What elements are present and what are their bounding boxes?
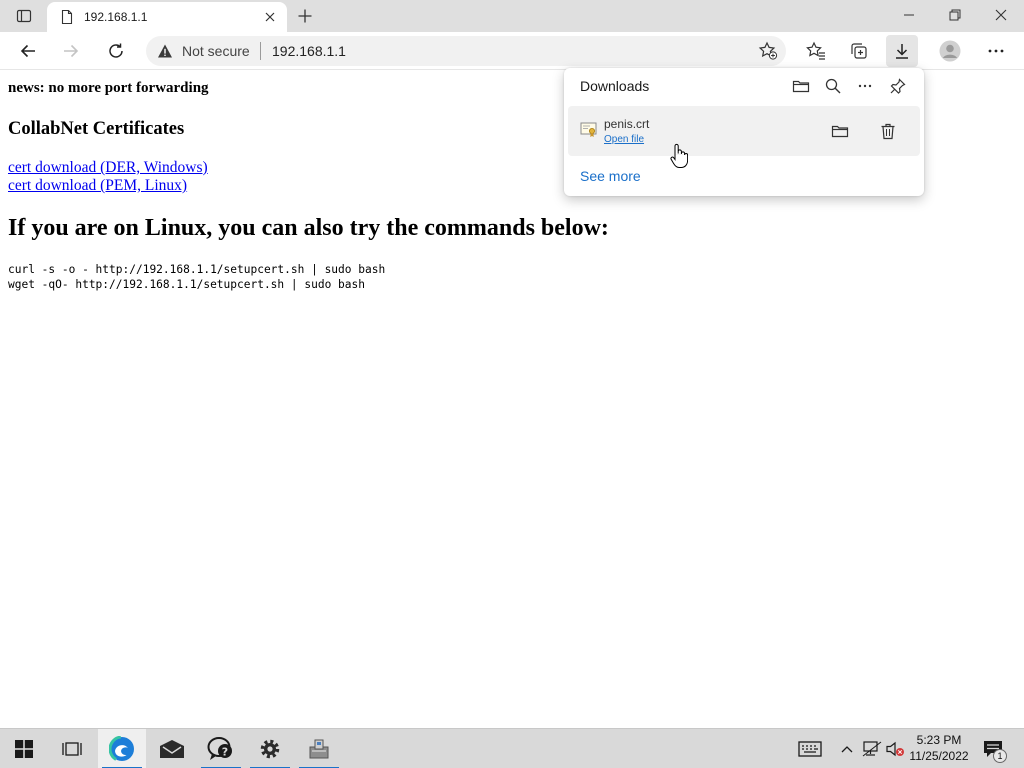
taskbar-settings[interactable] xyxy=(246,729,294,768)
address-divider xyxy=(260,42,261,60)
see-more-link[interactable]: See more xyxy=(580,168,641,184)
taskbar: ? 5:23 PM 11/25/2022 1 xyxy=(0,728,1024,768)
windows-icon xyxy=(15,740,33,758)
downloads-title: Downloads xyxy=(580,78,650,94)
clock-time: 5:23 PM xyxy=(916,733,962,747)
task-view-icon xyxy=(62,742,82,756)
cert-download-pem-link[interactable]: cert download (PEM, Linux) xyxy=(8,177,187,195)
tab-actions-button[interactable] xyxy=(10,6,38,26)
tab-strip: 192.168.1.1 xyxy=(0,0,1024,32)
taskbar-edge[interactable] xyxy=(98,729,146,768)
tab-active[interactable]: 192.168.1.1 xyxy=(47,2,287,32)
favorites-icon xyxy=(806,41,825,60)
downloads-panel: Downloads penis.crt Open file See more xyxy=(564,68,924,196)
touch-keyboard-button[interactable] xyxy=(794,729,826,768)
news-text: news: no more port forwarding xyxy=(8,80,209,96)
cert-download-der-link[interactable]: cert download (DER, Windows) xyxy=(8,159,208,177)
app-icon xyxy=(309,739,329,759)
network-status-button[interactable] xyxy=(860,729,884,768)
pin-downloads-button[interactable] xyxy=(884,74,912,98)
trash-icon xyxy=(881,123,895,139)
address-bar[interactable]: Not secure xyxy=(146,36,786,66)
open-downloads-folder-button[interactable] xyxy=(787,74,815,98)
downloads-button[interactable] xyxy=(886,35,918,67)
back-icon xyxy=(20,44,35,58)
svg-text:?: ? xyxy=(222,746,228,759)
taskbar-app[interactable] xyxy=(295,729,343,768)
linux-heading: If you are on Linux, you can also try th… xyxy=(8,215,609,241)
page-icon xyxy=(61,9,73,25)
settings-icon xyxy=(260,739,280,759)
start-button[interactable] xyxy=(0,729,48,768)
collections-button[interactable] xyxy=(843,35,875,67)
settings-more-button[interactable] xyxy=(980,35,1012,67)
folder-icon xyxy=(792,80,810,93)
show-hidden-icons-button[interactable] xyxy=(836,729,858,768)
hand-cursor-icon xyxy=(670,143,688,168)
refresh-icon xyxy=(109,43,123,58)
collections-icon xyxy=(851,43,867,59)
star-plus-icon xyxy=(758,41,778,60)
more-icon xyxy=(858,84,872,88)
clock-date: 11/25/2022 xyxy=(909,749,969,763)
certificates-heading: CollabNet Certificates xyxy=(8,119,185,139)
security-status[interactable]: Not secure xyxy=(182,43,250,59)
favorites-button[interactable] xyxy=(800,35,832,67)
profile-icon xyxy=(939,40,961,62)
notification-count-badge: 1 xyxy=(993,749,1007,763)
forward-button[interactable] xyxy=(55,35,87,67)
url-field[interactable] xyxy=(272,41,712,61)
download-filename: penis.crt xyxy=(604,117,650,131)
close-icon xyxy=(995,9,1007,21)
tab-title: 192.168.1.1 xyxy=(84,10,148,24)
download-item[interactable]: penis.crt Open file xyxy=(568,106,920,156)
add-favorite-button[interactable] xyxy=(756,40,780,62)
restore-button[interactable] xyxy=(932,0,978,30)
network-icon xyxy=(862,741,882,757)
volume-muted-icon xyxy=(886,741,904,757)
curl-command: curl -s -o - http://192.168.1.1/setupcer… xyxy=(8,263,386,276)
tab-actions-icon xyxy=(16,9,32,23)
keyboard-icon xyxy=(798,741,822,757)
warning-icon xyxy=(158,44,172,58)
close-icon xyxy=(265,12,275,22)
profile-button[interactable] xyxy=(934,35,966,67)
task-view-button[interactable] xyxy=(48,729,96,768)
taskbar-feedback-hub[interactable]: ? xyxy=(197,729,245,768)
action-center-button[interactable] xyxy=(978,729,1008,768)
download-icon xyxy=(896,44,908,59)
chevron-up-icon xyxy=(841,746,853,753)
tab-close-button[interactable] xyxy=(261,8,279,26)
mail-icon xyxy=(160,740,184,758)
show-in-folder-button[interactable] xyxy=(826,118,854,144)
search-downloads-button[interactable] xyxy=(819,74,847,98)
clock[interactable]: 5:23 PM 11/25/2022 xyxy=(904,732,974,766)
certificate-file-icon xyxy=(580,122,597,137)
back-button[interactable] xyxy=(12,35,44,67)
forward-icon xyxy=(64,44,79,58)
plus-icon xyxy=(298,9,312,23)
browser-toolbar: Not secure xyxy=(0,32,1024,70)
volume-button[interactable] xyxy=(884,729,906,768)
downloads-more-button[interactable] xyxy=(851,74,879,98)
minimize-icon xyxy=(904,14,914,16)
new-tab-button[interactable] xyxy=(292,3,318,29)
feedback-icon: ? xyxy=(207,737,232,760)
restore-icon xyxy=(949,9,961,21)
minimize-button[interactable] xyxy=(886,0,932,30)
more-icon xyxy=(988,49,1004,53)
pin-icon xyxy=(890,78,906,94)
taskbar-mail[interactable] xyxy=(148,729,196,768)
edge-icon xyxy=(109,736,135,762)
search-icon xyxy=(825,78,841,94)
delete-download-button[interactable] xyxy=(874,118,902,144)
window-close-button[interactable] xyxy=(978,0,1024,30)
refresh-button[interactable] xyxy=(100,35,132,67)
open-file-link[interactable]: Open file xyxy=(604,134,644,145)
wget-command: wget -qO- http://192.168.1.1/setupcert.s… xyxy=(8,278,365,291)
folder-icon xyxy=(831,125,849,138)
